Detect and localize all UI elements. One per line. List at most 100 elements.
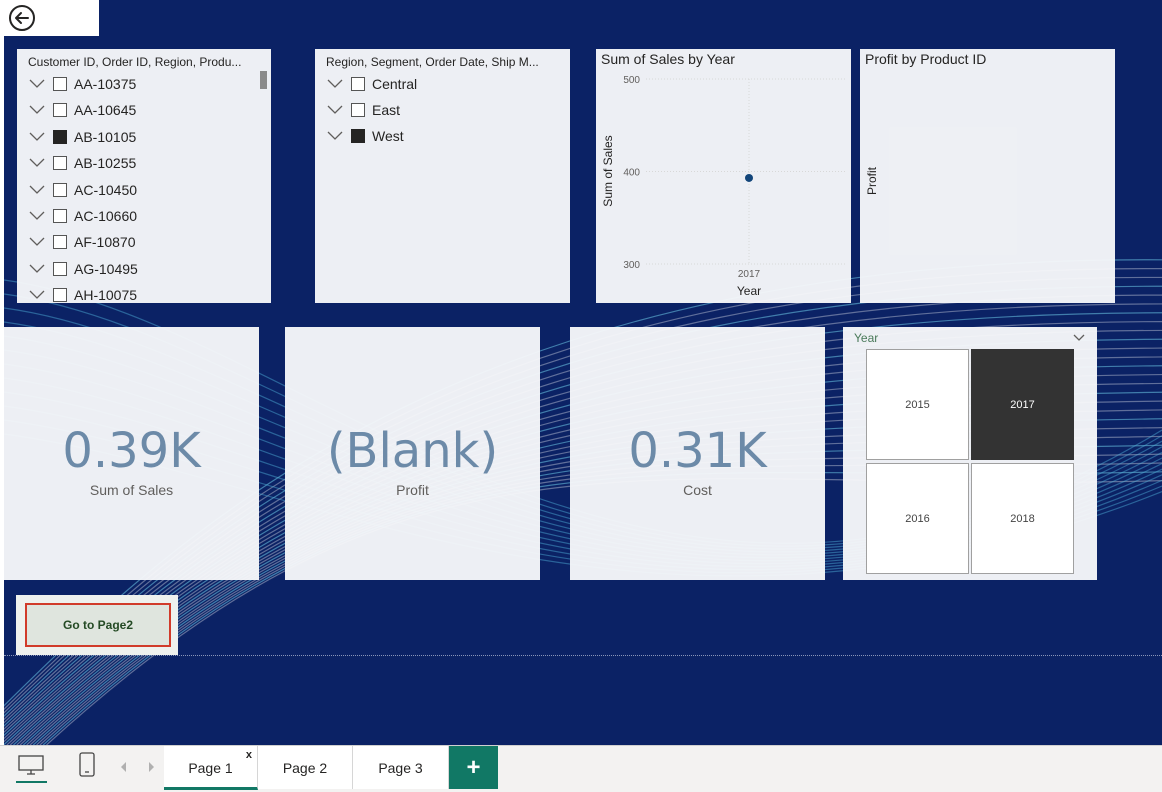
slicer-item-label: AB-10105 [74,128,137,145]
slicer-item[interactable]: Central [327,72,417,96]
tab-page-1[interactable]: Page 1 x [164,746,258,790]
checkbox[interactable] [53,77,67,91]
kpi-card-sales: 0.39K Sum of Sales [4,327,259,580]
close-tab-icon[interactable]: x [246,749,252,761]
scroll-left-icon[interactable] [119,761,129,773]
y-axis-label: Sum of Sales [601,135,615,206]
slicer-item[interactable]: AB-10255 [29,151,136,175]
tab-page-2[interactable]: Page 2 [258,746,353,789]
y-tick-label: 300 [623,260,640,271]
chevron-down-icon[interactable] [29,158,45,168]
slicer-item-label: AC-10450 [74,181,138,198]
chevron-down-icon[interactable] [29,237,45,247]
kpi-card-cost: 0.31K Cost [570,327,825,580]
chevron-down-icon[interactable] [1073,334,1085,342]
region-slicer: Region, Segment, Order Date, Ship M... C… [315,49,570,303]
checkbox[interactable] [53,156,67,171]
back-button-area[interactable] [4,0,99,36]
checkbox[interactable] [351,129,365,143]
year-tile[interactable]: 2015 [866,349,969,460]
slicer-header: Region, Segment, Order Date, Ship M... [326,55,539,69]
data-point [745,173,753,182]
slicer-item[interactable]: AG-10495 [29,257,138,281]
sales-chart-plot: 300 400 500 2017 Year Sum of Sales [601,75,846,298]
slicer-item-label: AA-10645 [74,102,137,119]
year-tile[interactable]: 2017 [971,349,1074,460]
x-axis-label: Year [737,284,761,298]
tab-label: Page 1 [188,760,233,776]
kpi-card-profit: (Blank) Profit [285,327,540,580]
back-arrow-icon[interactable] [8,4,36,32]
chevron-down-icon[interactable] [29,185,45,195]
chevron-down-icon[interactable] [327,105,343,115]
checkbox[interactable] [53,261,67,276]
mobile-layout-icon[interactable] [77,751,97,779]
goto-button-container: Go to Page2 [16,595,178,655]
chevron-down-icon[interactable] [29,264,45,274]
slicer-item-label: AH-10075 [74,287,138,303]
slicer-scrollbar[interactable] [260,71,267,89]
slicer-item[interactable]: East [327,98,400,122]
chevron-down-icon[interactable] [327,131,343,141]
profit-chart-plot: Profit [865,166,879,195]
kpi-value: (Blank) [326,423,499,479]
x-tick-label: 2017 [738,269,761,280]
slicer-item[interactable]: AC-10660 [29,204,137,228]
slicer-item-label: AA-10375 [74,76,137,92]
chevron-down-icon[interactable] [29,105,45,115]
desktop-layout-underline [16,781,47,783]
slicer-item-label: East [372,102,401,118]
checkbox[interactable] [53,209,67,223]
chevron-down-icon[interactable] [29,79,45,89]
report-canvas: Customer ID, Order ID, Region, Produ... … [4,0,1162,745]
slicer-item[interactable]: AA-10645 [29,98,136,122]
checkbox[interactable] [53,235,67,250]
kpi-label: Sum of Sales [89,482,174,498]
kpi-label: Profit [396,482,429,498]
slicer-item[interactable]: AF-10870 [29,230,135,254]
kpi-value: 0.39K [62,423,201,479]
slicer-header: Customer ID, Order ID, Region, Produ... [28,55,242,69]
slicer-item[interactable]: AA-10375 [29,72,136,96]
chevron-down-icon[interactable] [29,132,45,142]
chevron-down-icon[interactable] [29,290,45,300]
checkbox[interactable] [53,288,67,303]
go-to-page2-button[interactable]: Go to Page2 [25,603,171,647]
y-axis-label: Profit [865,166,879,195]
slicer-item-label: West [372,128,404,144]
year-slicer-header: Year [854,331,879,345]
checkbox[interactable] [53,103,67,118]
add-page-button[interactable]: + [449,746,498,789]
profit-by-product-chart: Profit by Product ID Profit [860,49,1115,303]
checkbox[interactable] [53,182,67,197]
slicer-item-label: AC-10660 [74,208,138,224]
slicer-item-label: AG-10495 [74,260,138,277]
year-tile[interactable]: 2018 [971,463,1074,574]
slicer-item[interactable]: West [327,124,404,148]
page-boundary-line [4,655,1162,656]
slicer-item-label: Central [372,76,418,92]
slicer-item-label: AF-10870 [74,234,136,251]
chevron-down-icon[interactable] [327,79,343,89]
desktop-layout-icon[interactable] [16,753,46,779]
slicer-item[interactable]: AH-10075 [29,283,137,303]
scroll-right-icon[interactable] [146,761,156,773]
checkbox[interactable] [351,103,365,117]
tab-label: Page 2 [282,759,328,776]
page-tab-bar: Page 1 x Page 2 Page 3 + [0,745,1162,792]
checkbox[interactable] [53,129,67,144]
kpi-label: Cost [683,482,712,498]
year-tile[interactable]: 2016 [866,463,969,574]
sales-by-year-chart: Sum of Sales by Year 300 400 500 2017 Year Su… [596,49,851,303]
chevron-down-icon[interactable] [29,211,45,221]
kpi-value: 0.31K [628,423,767,479]
slicer-item[interactable]: AB-10105 [29,125,136,149]
checkbox[interactable] [351,77,365,91]
slicer-item-label: AB-10255 [74,155,137,172]
customer-slicer: Customer ID, Order ID, Region, Produ... … [17,49,271,303]
tab-page-3[interactable]: Page 3 [353,746,449,789]
y-tick-label: 400 [623,168,640,179]
slicer-item[interactable]: AC-10450 [29,178,137,202]
tab-label: Page 3 [378,759,423,776]
y-tick-label: 500 [623,75,640,86]
